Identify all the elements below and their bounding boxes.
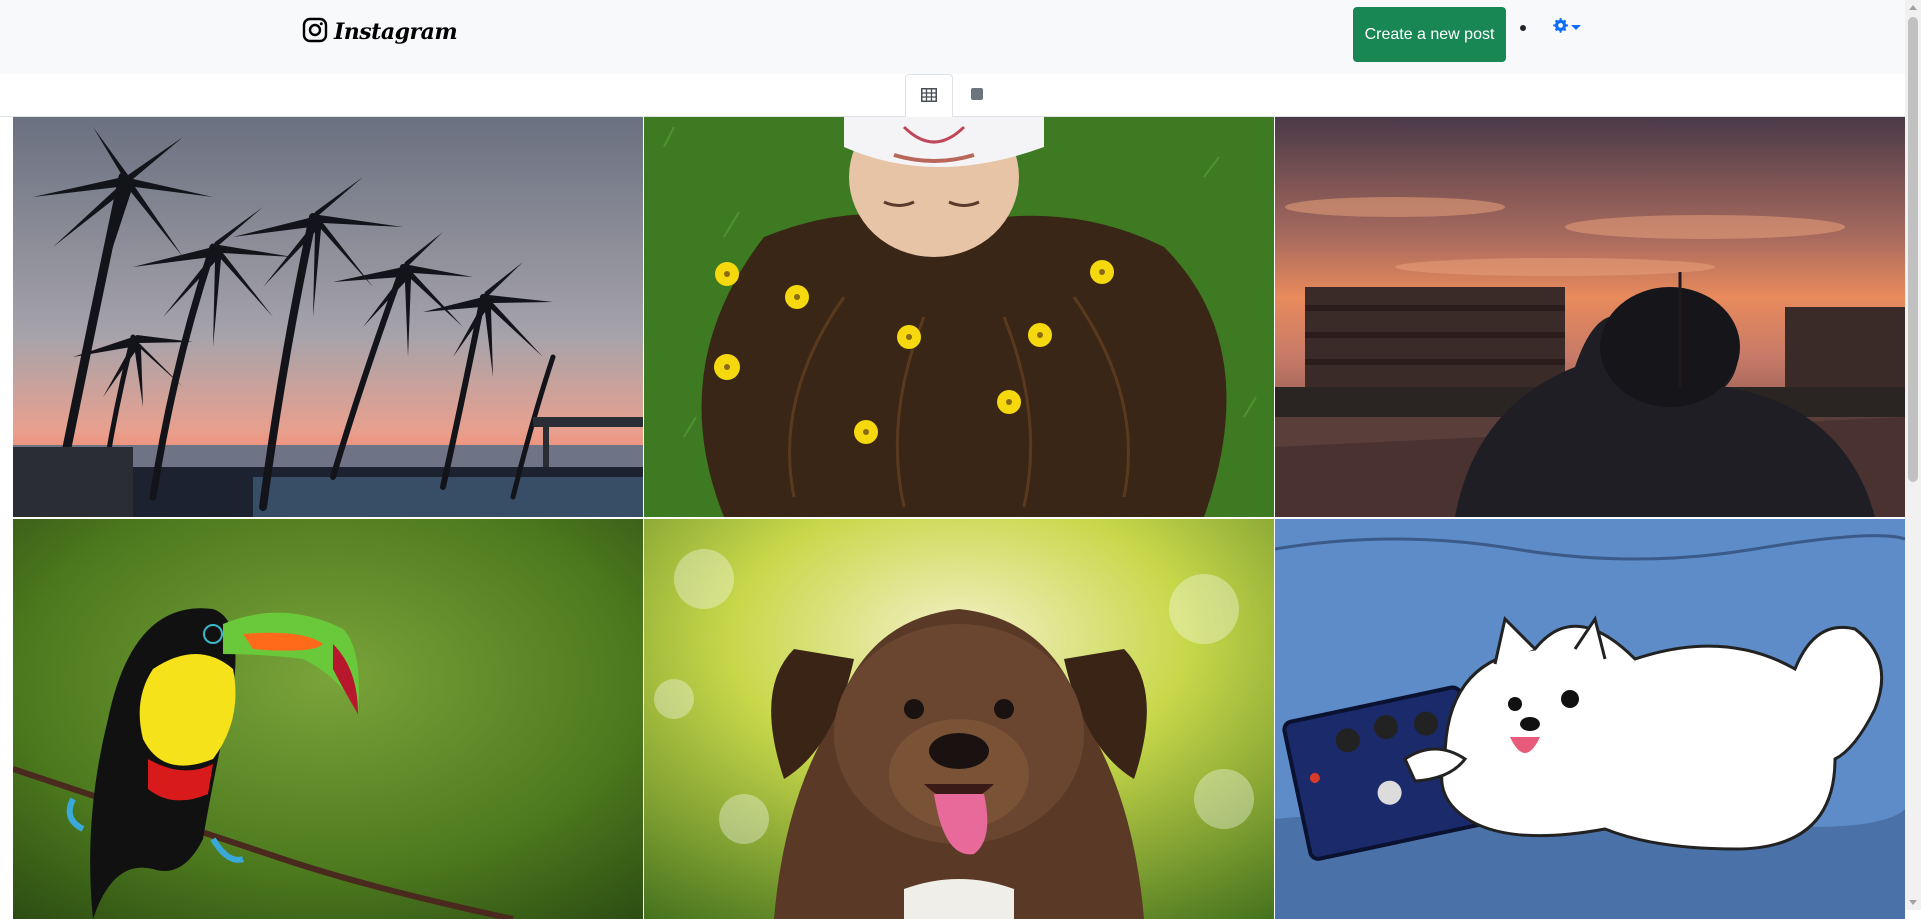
post-image [644,519,1274,919]
separator-dot [1520,25,1526,31]
scroll-down-arrow-icon[interactable] [1909,900,1917,905]
single-view-icon [970,86,984,105]
settings-dropdown[interactable] [1552,17,1581,37]
top-navbar: Instagram Create a new post [0,0,1905,74]
tab-single-view[interactable] [953,74,1001,117]
scroll-thumb[interactable] [1908,17,1918,482]
view-mode-tabs [0,74,1905,118]
gear-icon [1552,17,1568,37]
chevron-down-icon [1571,24,1581,30]
instagram-logo-icon [302,17,328,47]
post-thumbnail-palm-trees-sunset[interactable] [13,117,643,517]
post-thumbnail-city-sunset[interactable] [1275,117,1905,517]
post-thumbnail-cartoon-dog[interactable] [1275,519,1905,919]
post-image [13,117,643,517]
post-image [644,117,1274,517]
post-image [1275,117,1905,517]
post-thumbnail-puppy[interactable] [644,519,1274,919]
grid-view-icon [921,87,937,106]
post-thumbnail-girl-in-grass[interactable] [644,117,1274,517]
post-image [13,519,643,919]
brand-link[interactable]: Instagram [302,17,458,47]
posts-grid [13,117,1905,919]
tab-grid-view[interactable] [905,74,953,118]
scroll-up-arrow-icon[interactable] [1909,5,1917,10]
post-thumbnail-toucan[interactable] [13,519,643,919]
page-scrollbar[interactable] [1905,0,1921,910]
create-post-button[interactable]: Create a new post [1353,7,1506,62]
brand-name: Instagram [334,19,458,45]
post-image [1275,519,1905,919]
